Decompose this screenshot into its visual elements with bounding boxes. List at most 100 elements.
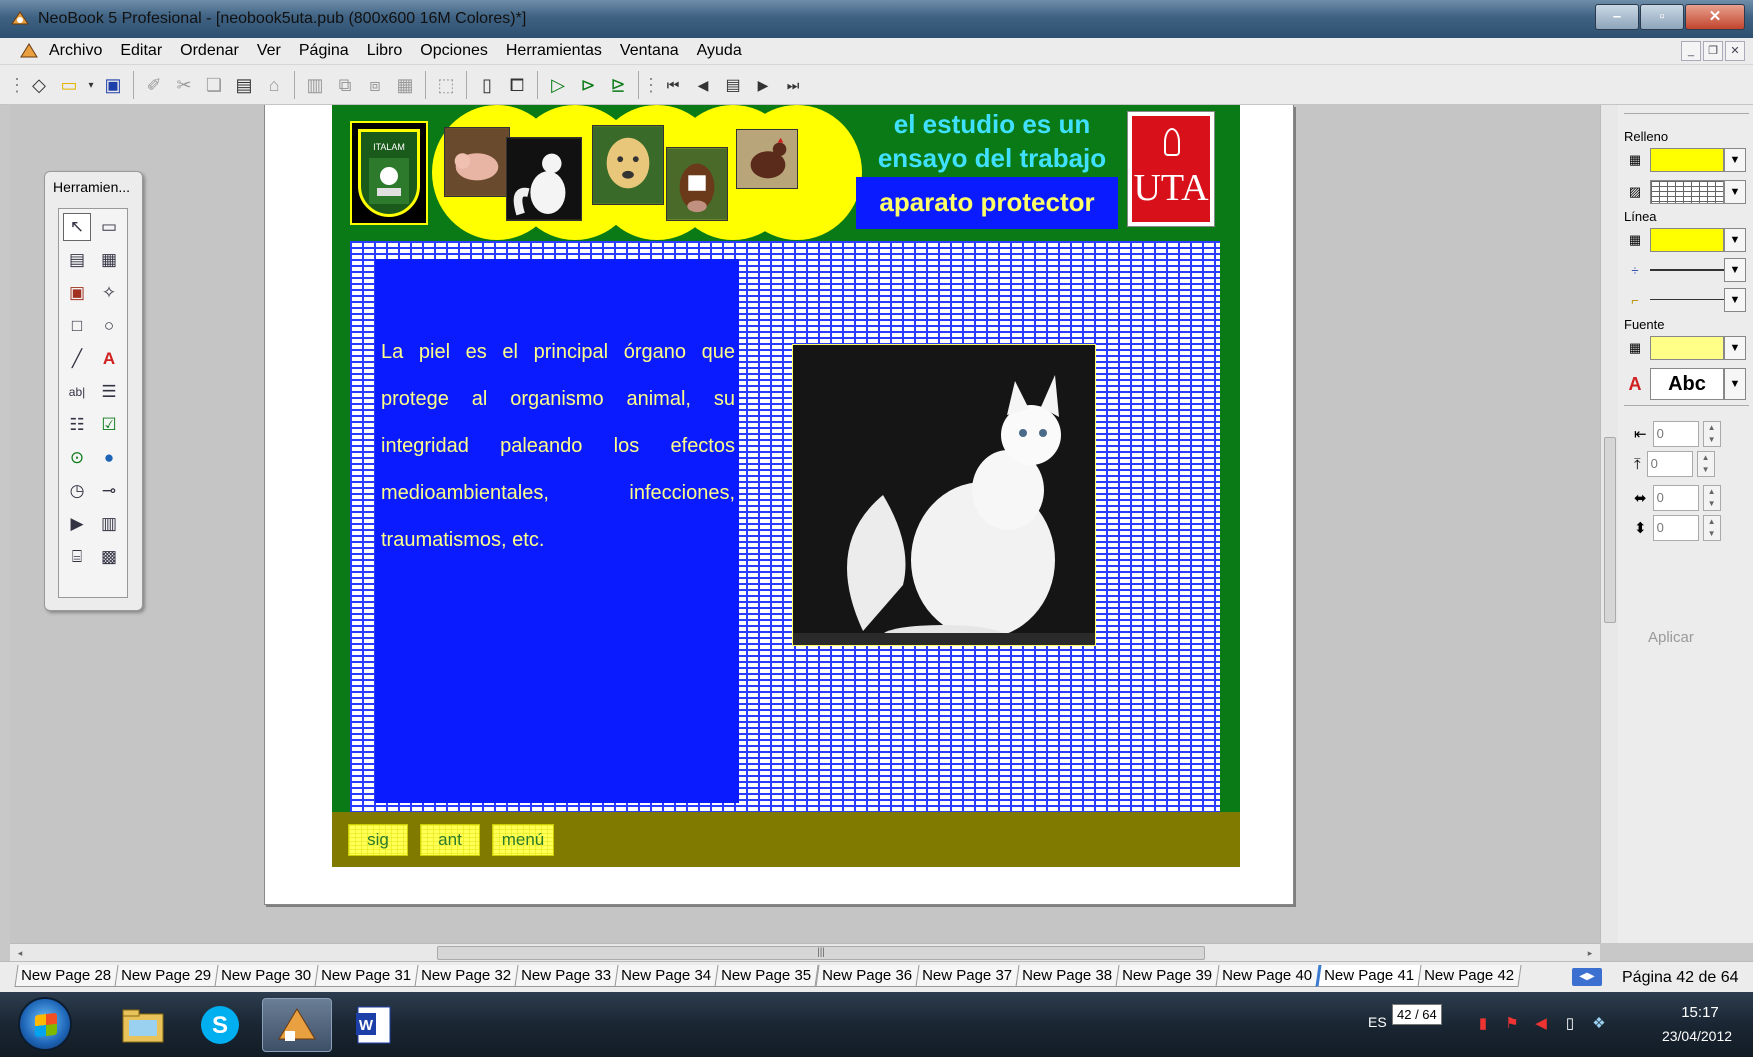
line-color-swatch[interactable] [1650, 228, 1724, 252]
picture-icon[interactable]: ▣ [63, 279, 91, 307]
fill-pattern-dropdown[interactable]: ▼ [1724, 180, 1746, 204]
mdi-close-button[interactable]: ✕ [1725, 41, 1745, 61]
fill-color-dropdown[interactable]: ▼ [1724, 148, 1746, 172]
bring-front-icon[interactable]: ▥ [300, 70, 330, 100]
gallery-icon[interactable]: ▩ [95, 543, 123, 571]
text-panel[interactable]: La piel es el principal órgano que prote… [375, 259, 739, 803]
menu-libro[interactable]: Libro [367, 42, 403, 60]
horizontal-scrollbar[interactable]: ◂ ||| ▸ [10, 943, 1600, 961]
run-icon[interactable]: ▷ [543, 70, 573, 100]
tab-new-page-35[interactable]: New Page 35 [714, 965, 820, 987]
slide[interactable]: ITALAM el estudio es un ensayo del traba… [332, 105, 1240, 867]
language-indicator[interactable]: ES [1368, 1014, 1387, 1030]
open-folder-icon[interactable]: ▭ [54, 70, 84, 100]
prev-page-icon[interactable]: ◀ [688, 70, 718, 100]
previous-button[interactable]: ant [420, 824, 480, 856]
format-painter-icon[interactable]: ⌂ [259, 70, 289, 100]
save-icon[interactable]: ▣ [98, 70, 128, 100]
select-arrow-icon[interactable]: ↖ [63, 213, 91, 241]
top-position-spinner[interactable]: ▲ ▼ [1696, 451, 1715, 477]
height-spinner[interactable]: ▲ ▼ [1702, 515, 1721, 541]
scroll-right-icon[interactable]: ▸ [1582, 945, 1598, 961]
mdi-restore-button[interactable]: ❐ [1703, 41, 1723, 61]
media-player-icon[interactable]: ▶ [63, 510, 91, 538]
first-page-icon[interactable]: ⏮ [658, 70, 688, 100]
tools-palette[interactable]: Herramien... ↖ ▭ ▤ ▦ ▣ ✧ □ ○ ╱ A ab| ☰ ☷… [44, 171, 143, 611]
flag-icon[interactable]: ⚑ [1499, 1010, 1525, 1036]
select-all-icon[interactable]: ⬚ [431, 70, 461, 100]
page-list-icon[interactable]: ▤ [718, 70, 748, 100]
close-button[interactable]: ✕ [1685, 4, 1745, 30]
line-style-swatch[interactable] [1650, 288, 1724, 312]
checkbox-icon[interactable]: ☑ [95, 411, 123, 439]
text-art-icon[interactable]: A [95, 345, 123, 373]
menu-button[interactable]: menú [492, 824, 554, 856]
tab-scroll-arrows-icon[interactable]: ◀▶ [1572, 968, 1602, 986]
tools-palette-title[interactable]: Herramien... [53, 179, 130, 195]
radio-icon[interactable]: ⊙ [63, 444, 91, 472]
mdi-minimize-button[interactable]: _ [1681, 41, 1701, 61]
next-page-icon[interactable]: ▶ [748, 70, 778, 100]
menu-editar[interactable]: Editar [120, 42, 162, 60]
run-book-icon[interactable]: ⊵ [603, 70, 633, 100]
pencil-icon[interactable]: ✐ [139, 70, 169, 100]
tab-new-page-31[interactable]: New Page 31 [314, 965, 419, 987]
animals-banner[interactable] [432, 105, 862, 240]
dropdown-icon[interactable]: ▾ [84, 70, 98, 100]
left-position-field[interactable]: 0 [1652, 421, 1699, 447]
font-color-swatch[interactable] [1650, 336, 1724, 360]
network-icon[interactable]: ▮ [1470, 1010, 1496, 1036]
combo-box-icon[interactable]: ☷ [63, 411, 91, 439]
power-icon[interactable]: ▯ [1557, 1010, 1583, 1036]
film-strip-icon[interactable]: ▥ [95, 510, 123, 538]
tab-new-page-33[interactable]: New Page 33 [514, 965, 619, 987]
slide-title-box[interactable]: aparato protector [856, 177, 1118, 229]
cat-photo[interactable] [792, 344, 1096, 646]
italam-logo[interactable]: ITALAM [350, 121, 428, 225]
scroll-left-icon[interactable]: ◂ [12, 945, 28, 961]
font-preview[interactable]: Abc [1650, 368, 1724, 400]
uta-logo[interactable]: UTA [1127, 111, 1215, 227]
font-dropdown[interactable]: ▼ [1724, 368, 1746, 400]
menu-ver[interactable]: Ver [257, 42, 281, 60]
document-icon[interactable] [18, 42, 40, 60]
text-object-icon[interactable]: ▤ [63, 246, 91, 274]
left-position-spinner[interactable]: ▲ ▼ [1702, 421, 1721, 447]
menu-herramientas[interactable]: Herramientas [506, 42, 602, 60]
timer-icon[interactable]: ◷ [63, 477, 91, 505]
start-button[interactable] [18, 997, 72, 1051]
textbox-icon[interactable]: ab| [63, 378, 91, 406]
eraser-icon[interactable]: ◇ [24, 70, 54, 100]
line-style-dropdown[interactable]: ▼ [1724, 288, 1746, 312]
menu-ayuda[interactable]: Ayuda [697, 42, 742, 60]
copy-icon[interactable]: ❏ [199, 70, 229, 100]
cut-icon[interactable]: ✂ [169, 70, 199, 100]
line-icon[interactable]: ╱ [63, 345, 91, 373]
word-task-button[interactable]: W [339, 998, 409, 1052]
text-object2-icon[interactable]: ▦ [95, 246, 123, 274]
menu-archivo[interactable]: Archivo [49, 42, 102, 60]
vertical-scrollbar[interactable] [1600, 105, 1618, 943]
tab-new-page-36[interactable]: New Page 36 [814, 965, 920, 987]
tab-new-page-30[interactable]: New Page 30 [214, 965, 319, 987]
dropbox-icon[interactable]: ❖ [1586, 1010, 1612, 1036]
square-icon[interactable]: □ [63, 312, 91, 340]
clock-date[interactable]: 23/04/2012 [1652, 1028, 1742, 1044]
width-spinner[interactable]: ▲ ▼ [1702, 485, 1721, 511]
maximize-button[interactable]: ▫ [1640, 4, 1684, 30]
horizontal-scroll-thumb[interactable]: ||| [437, 946, 1205, 960]
new-page-icon[interactable]: ▯ [472, 70, 502, 100]
menu-ventana[interactable]: Ventana [620, 42, 679, 60]
top-position-field[interactable]: 0 [1646, 451, 1693, 477]
width-field[interactable]: 0 [1652, 485, 1699, 511]
tab-new-page-28[interactable]: New Page 28 [14, 965, 119, 987]
tab-new-page-29[interactable]: New Page 29 [114, 965, 219, 987]
slider-icon[interactable]: ⊸ [95, 477, 123, 505]
next-button[interactable]: sig [348, 824, 408, 856]
globe-icon[interactable]: ● [95, 444, 123, 472]
tab-new-page-38[interactable]: New Page 38 [1015, 965, 1120, 987]
ungroup-icon[interactable]: ⧈ [360, 70, 390, 100]
puzzle-icon[interactable]: ✧ [95, 279, 123, 307]
work-area[interactable]: ITALAM el estudio es un ensayo del traba… [10, 105, 1600, 943]
grip-icon[interactable]: ⋮ [8, 70, 26, 100]
